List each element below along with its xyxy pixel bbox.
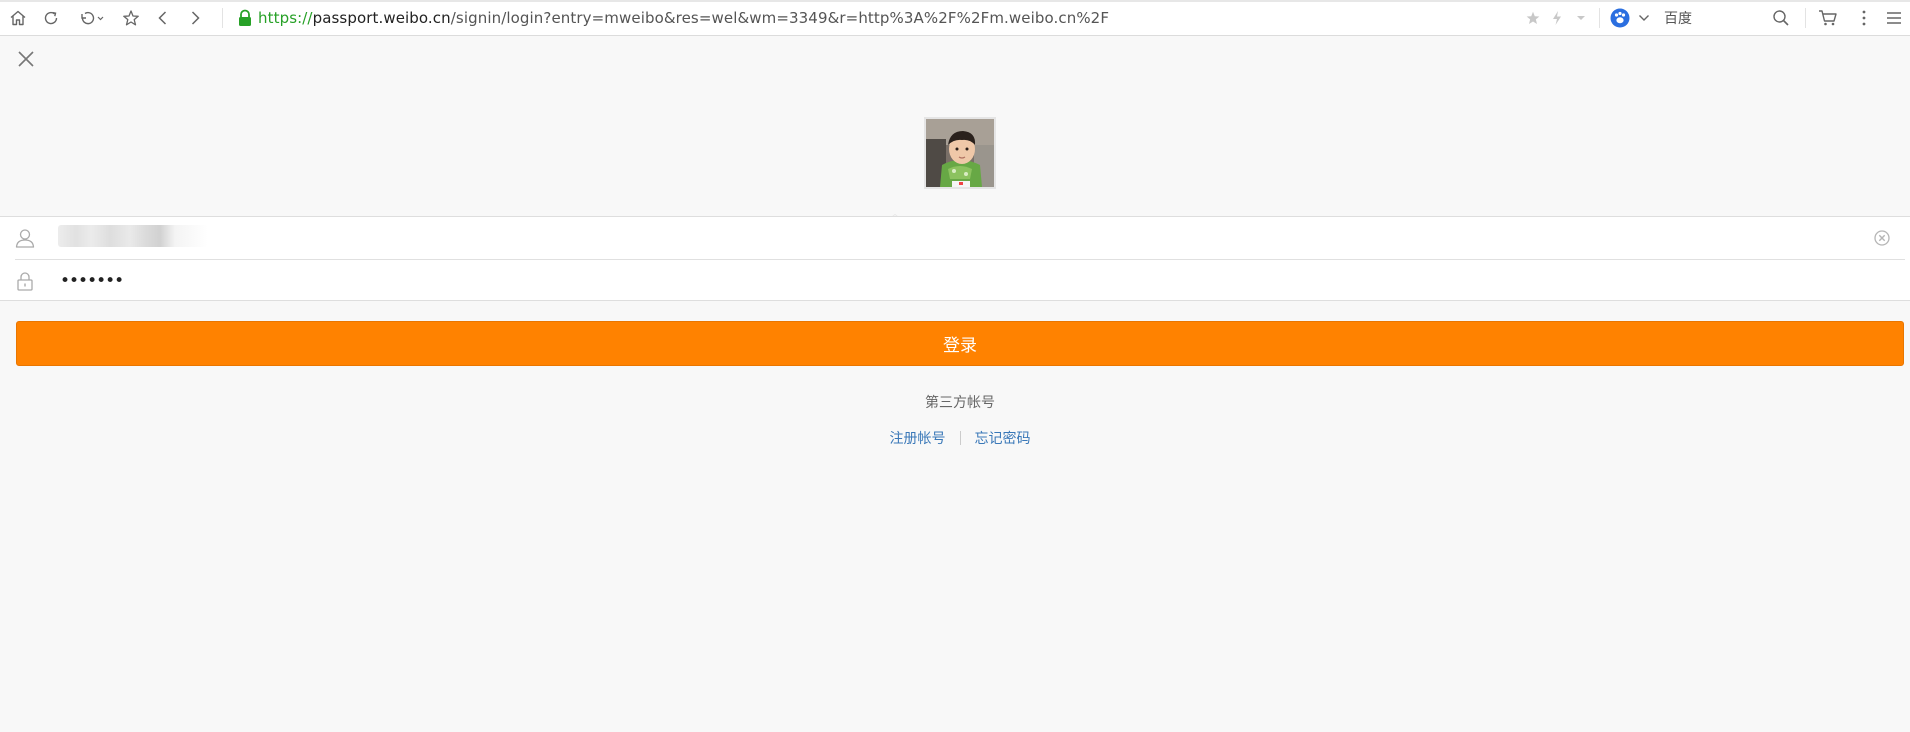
register-link[interactable]: 注册帐号	[890, 431, 946, 447]
page-load-indicator	[0, 0, 1910, 2]
chevron-down-icon[interactable]	[1638, 11, 1652, 25]
url-path: /signin/login?entry=mweibo&res=wel&wm=33…	[450, 9, 1110, 27]
menu-icon[interactable]	[1883, 7, 1905, 29]
lightning-icon[interactable]	[1546, 7, 1568, 29]
bookmark-star-icon[interactable]	[1522, 7, 1544, 29]
search-box[interactable]: 百度	[1610, 5, 1796, 31]
avatar	[924, 117, 996, 189]
dropdown-icon[interactable]	[1570, 7, 1592, 29]
login-button[interactable]: 登录	[16, 321, 1904, 366]
address-bar[interactable]: https://passport.weibo.cn/signin/login?e…	[236, 5, 1566, 31]
refresh-icon[interactable]	[40, 7, 62, 29]
favorite-star-icon[interactable]	[120, 7, 142, 29]
close-icon[interactable]	[15, 48, 37, 70]
third-party-account-label[interactable]: 第三方帐号	[0, 392, 1910, 412]
lock-icon	[14, 270, 36, 292]
account-links: 注册帐号 忘记密码	[0, 428, 1910, 448]
avatar-photo	[926, 119, 994, 187]
username-field[interactable]	[58, 223, 1858, 253]
username-row	[0, 217, 1910, 259]
username-obscured-value	[58, 225, 208, 247]
login-form: •••••••	[0, 216, 1910, 301]
link-separator	[959, 431, 961, 445]
home-icon[interactable]	[7, 7, 29, 29]
lock-icon	[236, 9, 254, 27]
search-engine-label: 百度	[1664, 11, 1692, 27]
toolbar-separator	[1805, 8, 1806, 28]
baidu-paw-icon[interactable]	[1610, 8, 1630, 28]
more-vertical-icon[interactable]	[1853, 7, 1875, 29]
toolbar-separator	[1599, 8, 1600, 28]
toolbar-separator	[222, 8, 223, 28]
password-field[interactable]: •••••••	[60, 271, 124, 291]
url-scheme: https://	[258, 9, 313, 27]
back-icon[interactable]	[152, 7, 174, 29]
user-icon	[14, 227, 36, 249]
cart-icon[interactable]	[1817, 7, 1839, 29]
browser-toolbar: https://passport.weibo.cn/signin/login?e…	[0, 0, 1910, 36]
url-text[interactable]: https://passport.weibo.cn/signin/login?e…	[258, 9, 1109, 27]
forgot-password-link[interactable]: 忘记密码	[975, 431, 1031, 447]
password-row: •••••••	[0, 260, 1910, 302]
forward-icon[interactable]	[184, 7, 206, 29]
url-host: passport.weibo.cn	[312, 9, 451, 27]
search-icon[interactable]	[1770, 7, 1792, 29]
clear-input-icon[interactable]	[1873, 229, 1891, 247]
undo-icon[interactable]	[77, 7, 107, 29]
